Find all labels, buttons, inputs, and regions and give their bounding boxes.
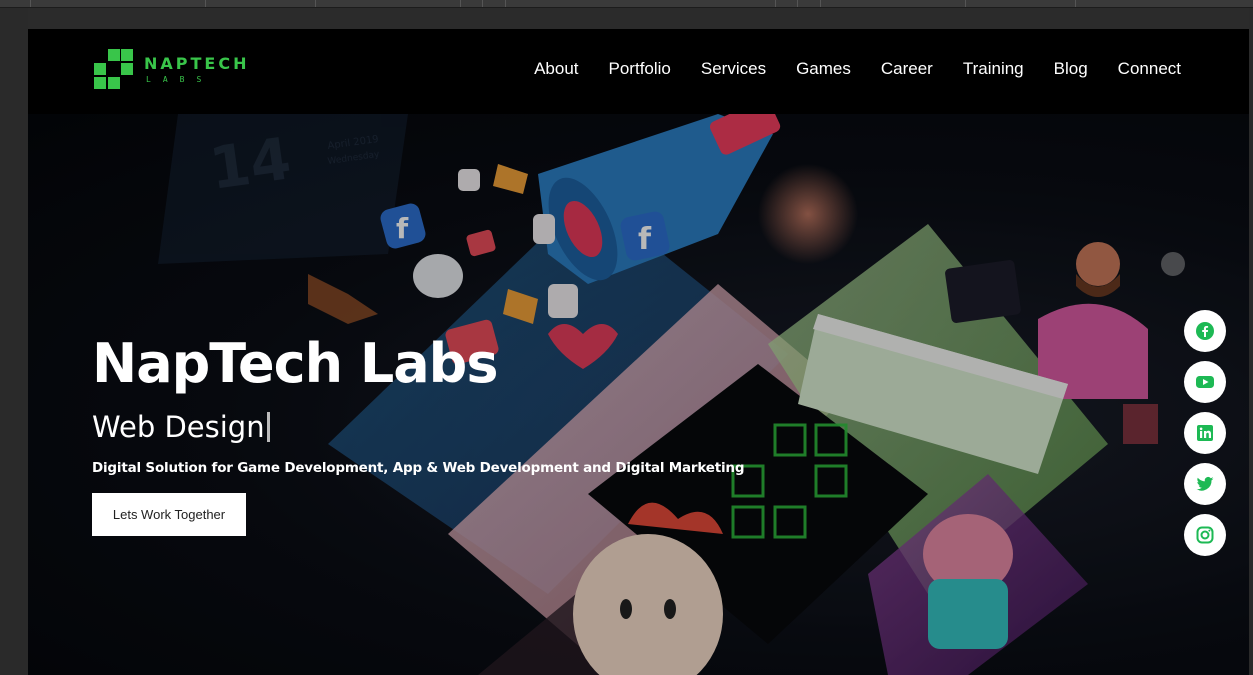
twitter-link[interactable]	[1184, 463, 1226, 505]
typed-word: Web Design	[92, 410, 265, 444]
tab-divider	[505, 0, 506, 7]
brand-name: NAPTECH	[144, 54, 250, 73]
tab-divider	[775, 0, 776, 7]
nav-connect[interactable]: Connect	[1118, 59, 1181, 79]
nav-about[interactable]: About	[534, 59, 578, 79]
main-nav: About Portfolio Services Games Career Tr…	[504, 59, 1181, 79]
nav-blog[interactable]: Blog	[1054, 59, 1088, 79]
tab-divider	[1075, 0, 1076, 7]
hero-typed-text: Web Design	[92, 410, 270, 444]
tab-divider	[30, 0, 31, 7]
lets-work-together-button[interactable]: Lets Work Together	[92, 493, 246, 536]
facebook-link[interactable]	[1184, 310, 1226, 352]
nav-training[interactable]: Training	[963, 59, 1024, 79]
nav-services[interactable]: Services	[701, 59, 766, 79]
tab-divider	[482, 0, 483, 7]
typing-cursor	[266, 412, 270, 442]
hero-description: Digital Solution for Game Development, A…	[92, 460, 745, 476]
nav-portfolio[interactable]: Portfolio	[609, 59, 671, 79]
twitter-icon	[1196, 476, 1214, 491]
linkedin-link[interactable]	[1184, 412, 1226, 454]
site-header: NAPTECH LABS About Portfolio Services Ga…	[28, 29, 1249, 114]
nav-career[interactable]: Career	[881, 59, 933, 79]
instagram-icon	[1196, 526, 1214, 544]
instagram-link[interactable]	[1184, 514, 1226, 556]
website-viewport: NAPTECH LABS About Portfolio Services Ga…	[28, 29, 1249, 675]
tab-divider	[797, 0, 798, 7]
logo-pixel-icon	[94, 49, 133, 89]
hero-title: NapTech Labs	[92, 332, 498, 395]
tab-divider	[460, 0, 461, 7]
brand-logo[interactable]: NAPTECH LABS	[92, 48, 246, 92]
facebook-icon	[1196, 322, 1214, 340]
tab-divider	[965, 0, 966, 7]
right-gutter	[1249, 8, 1253, 675]
browser-tab-strip	[0, 0, 1253, 8]
tab-divider	[820, 0, 821, 7]
nav-games[interactable]: Games	[796, 59, 851, 79]
youtube-icon	[1196, 376, 1214, 388]
linkedin-icon	[1197, 425, 1213, 441]
brand-subtitle: LABS	[146, 75, 214, 84]
youtube-link[interactable]	[1184, 361, 1226, 403]
left-gutter	[0, 8, 28, 675]
hero-section: 14 April 2019 Wednesday f f NapTech Labs…	[28, 114, 1249, 675]
tab-divider	[205, 0, 206, 7]
tab-divider	[315, 0, 316, 7]
